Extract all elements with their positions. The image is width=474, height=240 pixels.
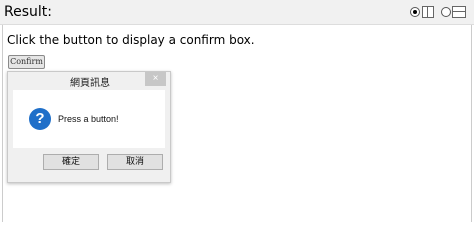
instruction-text: Click the button to display a confirm bo… bbox=[7, 33, 255, 47]
ok-button[interactable]: 確定 bbox=[43, 154, 99, 170]
close-icon[interactable]: × bbox=[145, 72, 166, 86]
layout-vertical-radio[interactable] bbox=[410, 7, 420, 17]
question-icon: ? bbox=[29, 108, 51, 130]
result-title: Result: bbox=[4, 4, 52, 20]
cancel-button[interactable]: 取消 bbox=[107, 154, 163, 170]
dialog-message: Press a button! bbox=[58, 114, 119, 124]
layout-horizontal-radio[interactable] bbox=[441, 7, 451, 17]
dialog-body: ? Press a button! bbox=[13, 90, 165, 148]
confirm-button[interactable]: Confirm bbox=[8, 55, 45, 69]
result-bar: Result: bbox=[0, 0, 474, 25]
confirm-dialog: 網頁訊息 × ? Press a button! 確定 取消 bbox=[7, 71, 171, 183]
layout-toggle-group bbox=[410, 6, 470, 20]
split-horizontal-icon[interactable] bbox=[452, 6, 466, 18]
split-vertical-icon[interactable] bbox=[422, 6, 434, 18]
